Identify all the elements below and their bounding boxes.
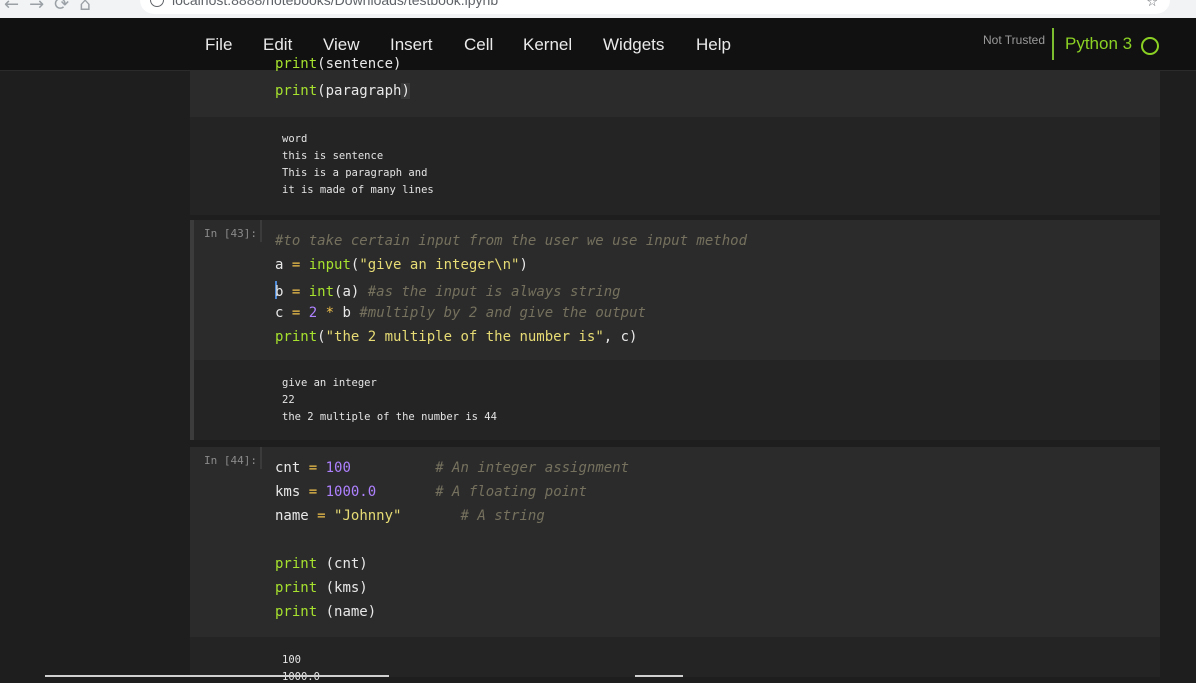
kernel-name[interactable]: Python 3	[1065, 34, 1132, 54]
address-url[interactable]: localhost:8888/notebooks/Downloads/testb…	[172, 0, 498, 8]
output-line: give an integer	[282, 377, 377, 389]
code-line: name = "Johnny" # A string	[275, 508, 545, 524]
kernel-status-icon	[1141, 37, 1159, 55]
trust-status-button[interactable]: Not Trusted	[983, 33, 1045, 47]
cell-output: 100 1000.0	[190, 637, 1160, 683]
menu-cell[interactable]: Cell	[464, 35, 493, 55]
notebook-cell[interactable]: In [44]: cnt = 100 # An integer assignme…	[190, 447, 1160, 683]
cell-prompt: In [44]:	[204, 454, 257, 467]
code-line: #to take certain input from the user we …	[275, 233, 748, 249]
menu-edit[interactable]: Edit	[263, 35, 292, 55]
prompt-edge	[260, 220, 262, 242]
prompt-edge	[260, 447, 262, 469]
output-line: 100	[282, 654, 301, 666]
cell-input[interactable]: In [44]: cnt = 100 # An integer assignme…	[190, 447, 1160, 637]
code-line: print(paragraph)	[275, 83, 410, 99]
output-line: This is a paragraph and	[282, 167, 428, 179]
code-line: print (kms)	[275, 580, 368, 596]
notebook-cell[interactable]: print(sentence) print(paragraph) word th…	[190, 56, 1160, 215]
menu-insert[interactable]: Insert	[390, 35, 433, 55]
kernel-divider	[1052, 28, 1054, 60]
code-line: a = input("give an integer\n")	[275, 257, 528, 273]
bookmark-star-icon[interactable]: ☆	[1146, 0, 1158, 10]
menu-kernel[interactable]: Kernel	[523, 35, 572, 55]
output-line: this is sentence	[282, 150, 384, 162]
cell-prompt: In [43]:	[204, 227, 257, 240]
code-line: print("the 2 multiple of the number is",…	[275, 329, 638, 345]
code-line: kms = 1000.0 # A floating point	[275, 484, 587, 500]
cell-input[interactable]: print(sentence) print(paragraph)	[190, 56, 1160, 117]
output-line: the 2 multiple of the number is 44	[282, 411, 497, 423]
notebook-menubar: File Edit View Insert Cell Kernel Widget…	[0, 18, 1196, 71]
cell-selection-bar	[190, 220, 194, 440]
menu-view[interactable]: View	[323, 35, 360, 55]
code-line: b = int(a) #as the input is always strin…	[275, 281, 621, 300]
menu-file[interactable]: File	[205, 35, 232, 55]
code-line: c = 2 * b #multiply by 2 and give the ou…	[275, 305, 646, 321]
output-line: 1000.0	[282, 671, 320, 683]
browser-nav-icons[interactable]: ←→⟳⌂	[4, 0, 101, 15]
menu-help[interactable]: Help	[696, 35, 731, 55]
cell-output: word this is sentence This is a paragrap…	[190, 117, 1160, 215]
code-line: cnt = 100 # An integer assignment	[275, 460, 630, 476]
output-line: it is made of many lines	[282, 184, 434, 196]
cell-input[interactable]: In [43]: #to take certain input from the…	[190, 220, 1160, 360]
menu-widgets[interactable]: Widgets	[603, 35, 664, 55]
notebook-cell-selected[interactable]: In [43]: #to take certain input from the…	[190, 220, 1160, 440]
browser-toolbar: ←→⟳⌂ localhost:8888/notebooks/Downloads/…	[0, 0, 1196, 18]
code-line: print (name)	[275, 604, 377, 620]
code-line: print(sentence)	[275, 56, 402, 72]
cell-output: give an integer 22 the 2 multiple of the…	[190, 360, 1160, 440]
code-line: print (cnt)	[275, 556, 368, 572]
output-line: word	[282, 133, 308, 145]
output-line: 22	[282, 394, 295, 406]
